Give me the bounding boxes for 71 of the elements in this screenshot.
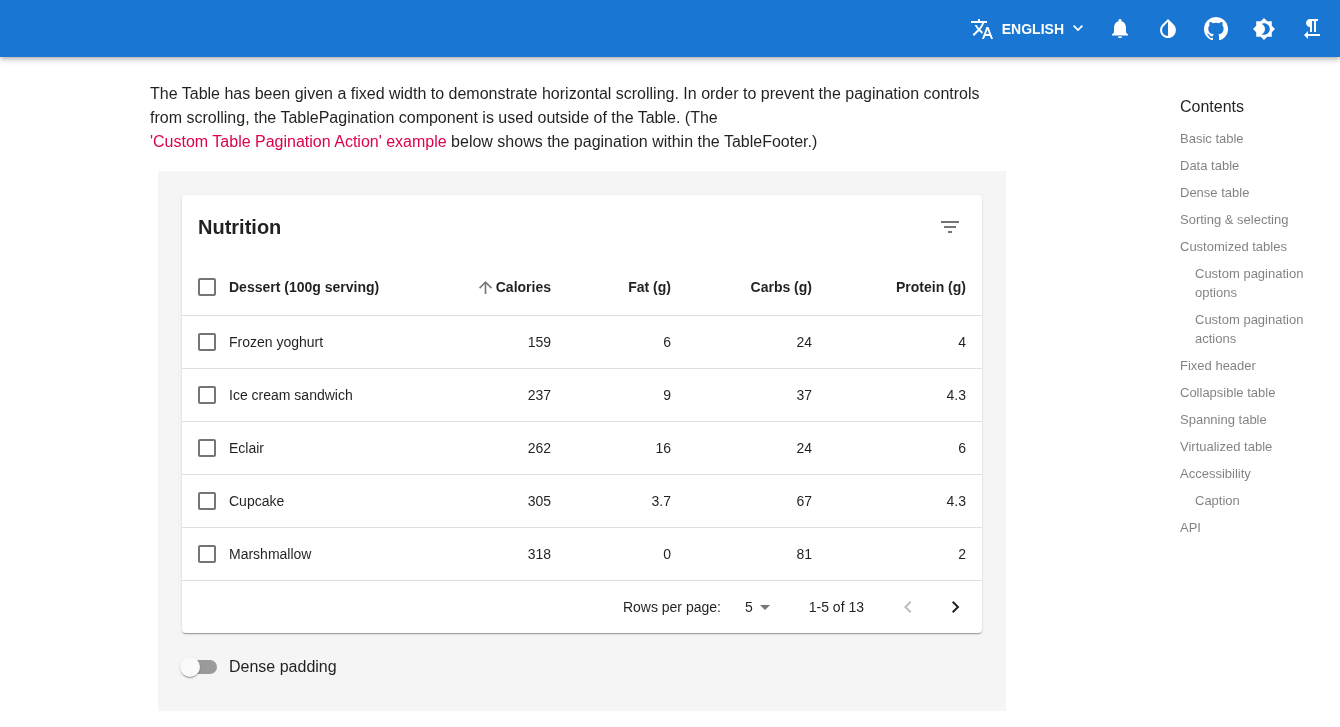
toc-link[interactable]: Collapsible table: [1180, 379, 1330, 406]
table-cell-text: 0: [662, 545, 672, 564]
toc-link[interactable]: Basic table: [1180, 125, 1330, 152]
toc-link[interactable]: API: [1180, 514, 1330, 541]
filter-icon: [941, 221, 959, 233]
checkbox[interactable]: [198, 386, 216, 404]
caret-icon: [759, 604, 770, 610]
example-link[interactable]: 'Custom Table Pagination Action' example: [150, 133, 447, 150]
table-cell-text: 318: [526, 545, 552, 564]
toc-link[interactable]: Sorting & selecting: [1180, 206, 1330, 233]
table-cell-text: 2: [957, 545, 967, 564]
toc-link[interactable]: Accessibility: [1180, 460, 1330, 487]
table-cell-text: 6: [662, 333, 672, 352]
table-cell-text: 6: [957, 439, 967, 458]
toc-link[interactable]: Custom pagination actions: [1195, 306, 1330, 352]
toc-link[interactable]: Virtualized table: [1180, 433, 1330, 460]
toggle-switch[interactable]: [180, 657, 218, 677]
chevron-left-icon: [904, 601, 912, 613]
table-cell-text: Frozen yoghurt: [229, 333, 325, 352]
column-header[interactable]: Protein (g): [896, 275, 966, 299]
table-cell-text: 16: [654, 439, 672, 458]
table-cell-text: Marshmallow: [229, 545, 313, 564]
text-direction-icon: [1304, 18, 1320, 39]
table-cell-text: Cupcake: [229, 492, 286, 511]
toc-link[interactable]: Spanning table: [1180, 406, 1330, 433]
table-cell-text: 67: [795, 492, 813, 511]
table-cell-text: 4.3: [945, 386, 967, 405]
checkbox[interactable]: [198, 439, 216, 457]
table-cell-text: 4: [957, 333, 967, 352]
table-cell-text: Eclair: [229, 439, 265, 458]
table-cell-text: 37: [795, 386, 813, 405]
checkbox[interactable]: [198, 278, 216, 296]
intro-paragraph: The Table has been given a fixed width to demonstrate horizontal scrolling. In order to prevent the pagination controls from scrolling, the TablePagination component is used outside of the Table. (The 'Custom Table Pagination Action' example below shows the pagination within the TableFooter.): [150, 84, 981, 152]
checkbox[interactable]: [198, 492, 216, 510]
switch-label: Dense padding: [229, 657, 337, 677]
table-cell-text: Ice cream sandwich: [229, 386, 354, 405]
table-cell-text: 262: [526, 439, 552, 458]
table-cell-text: 4.3: [945, 492, 967, 511]
toc-link[interactable]: Dense table: [1180, 179, 1330, 206]
language-button[interactable]: ENGLISH: [962, 10, 1091, 47]
table-cell-text: 237: [526, 386, 552, 405]
toc-link[interactable]: Caption: [1195, 487, 1330, 514]
toc-link[interactable]: Data table: [1180, 152, 1330, 179]
github-icon: [1204, 16, 1228, 41]
table-cell-text: 305: [526, 492, 552, 511]
checkbox[interactable]: [198, 333, 216, 351]
contents-heading: Contents: [1180, 97, 1246, 117]
page-range: 1-5 of 13: [808, 598, 864, 617]
toc-link[interactable]: Customized tables: [1180, 233, 1330, 260]
column-header[interactable]: Calories: [478, 275, 551, 299]
chevron-right-icon: [952, 601, 960, 613]
table-cell-text: 81: [795, 545, 813, 564]
table-cell-text: 9: [662, 386, 672, 405]
rows-per-page-label: Rows per page:: [622, 598, 721, 617]
table-cell-text: 159: [526, 333, 552, 352]
chevron-down-icon: [1073, 25, 1083, 32]
toc-link[interactable]: Fixed header: [1180, 352, 1330, 379]
column-header[interactable]: Fat (g): [628, 275, 671, 299]
bell-icon: [1112, 18, 1128, 39]
rows-per-page-select[interactable]: 5: [736, 593, 777, 621]
table-cell-text: 24: [795, 439, 813, 458]
toc-link[interactable]: Custom pagination options: [1195, 260, 1330, 306]
table-cell-text: 3.7: [650, 492, 672, 511]
column-header[interactable]: Carbs (g): [750, 275, 812, 299]
brightness-icon: [1253, 17, 1275, 40]
drop-icon: [1160, 19, 1176, 38]
translate-icon: [970, 18, 993, 39]
table-cell-text: 24: [795, 333, 813, 352]
column-header[interactable]: Dessert (100g serving): [229, 275, 380, 299]
table-title: Nutrition: [198, 215, 282, 240]
checkbox[interactable]: [198, 545, 216, 563]
